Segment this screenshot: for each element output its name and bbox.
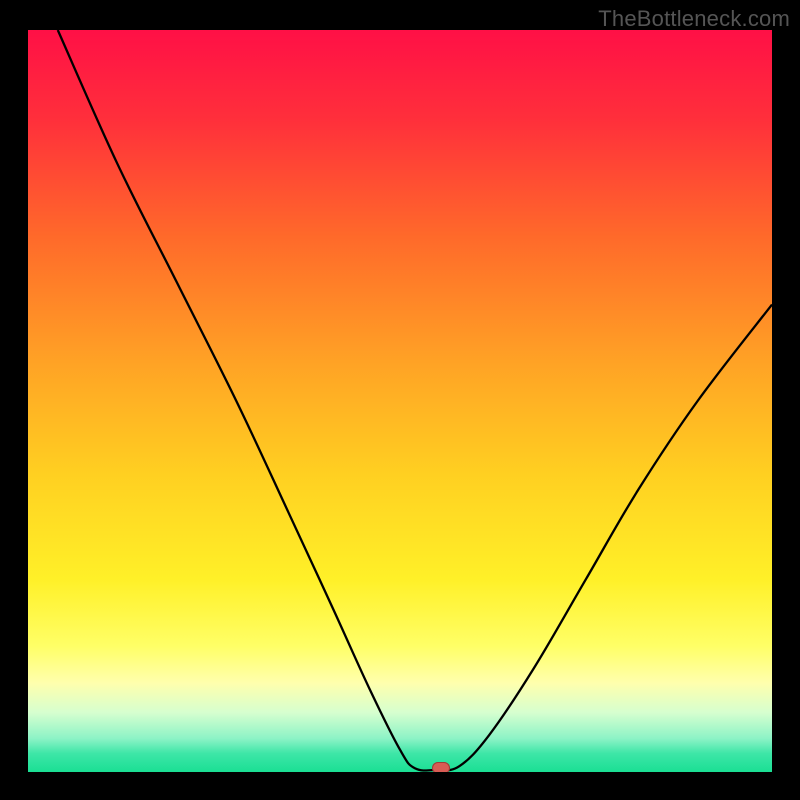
watermark-text: TheBottleneck.com bbox=[598, 6, 790, 32]
chart-svg bbox=[28, 30, 772, 772]
gradient-background bbox=[28, 30, 772, 772]
chart-frame: TheBottleneck.com bbox=[0, 0, 800, 800]
optimal-point-marker bbox=[432, 762, 450, 772]
plot-area bbox=[28, 30, 772, 772]
